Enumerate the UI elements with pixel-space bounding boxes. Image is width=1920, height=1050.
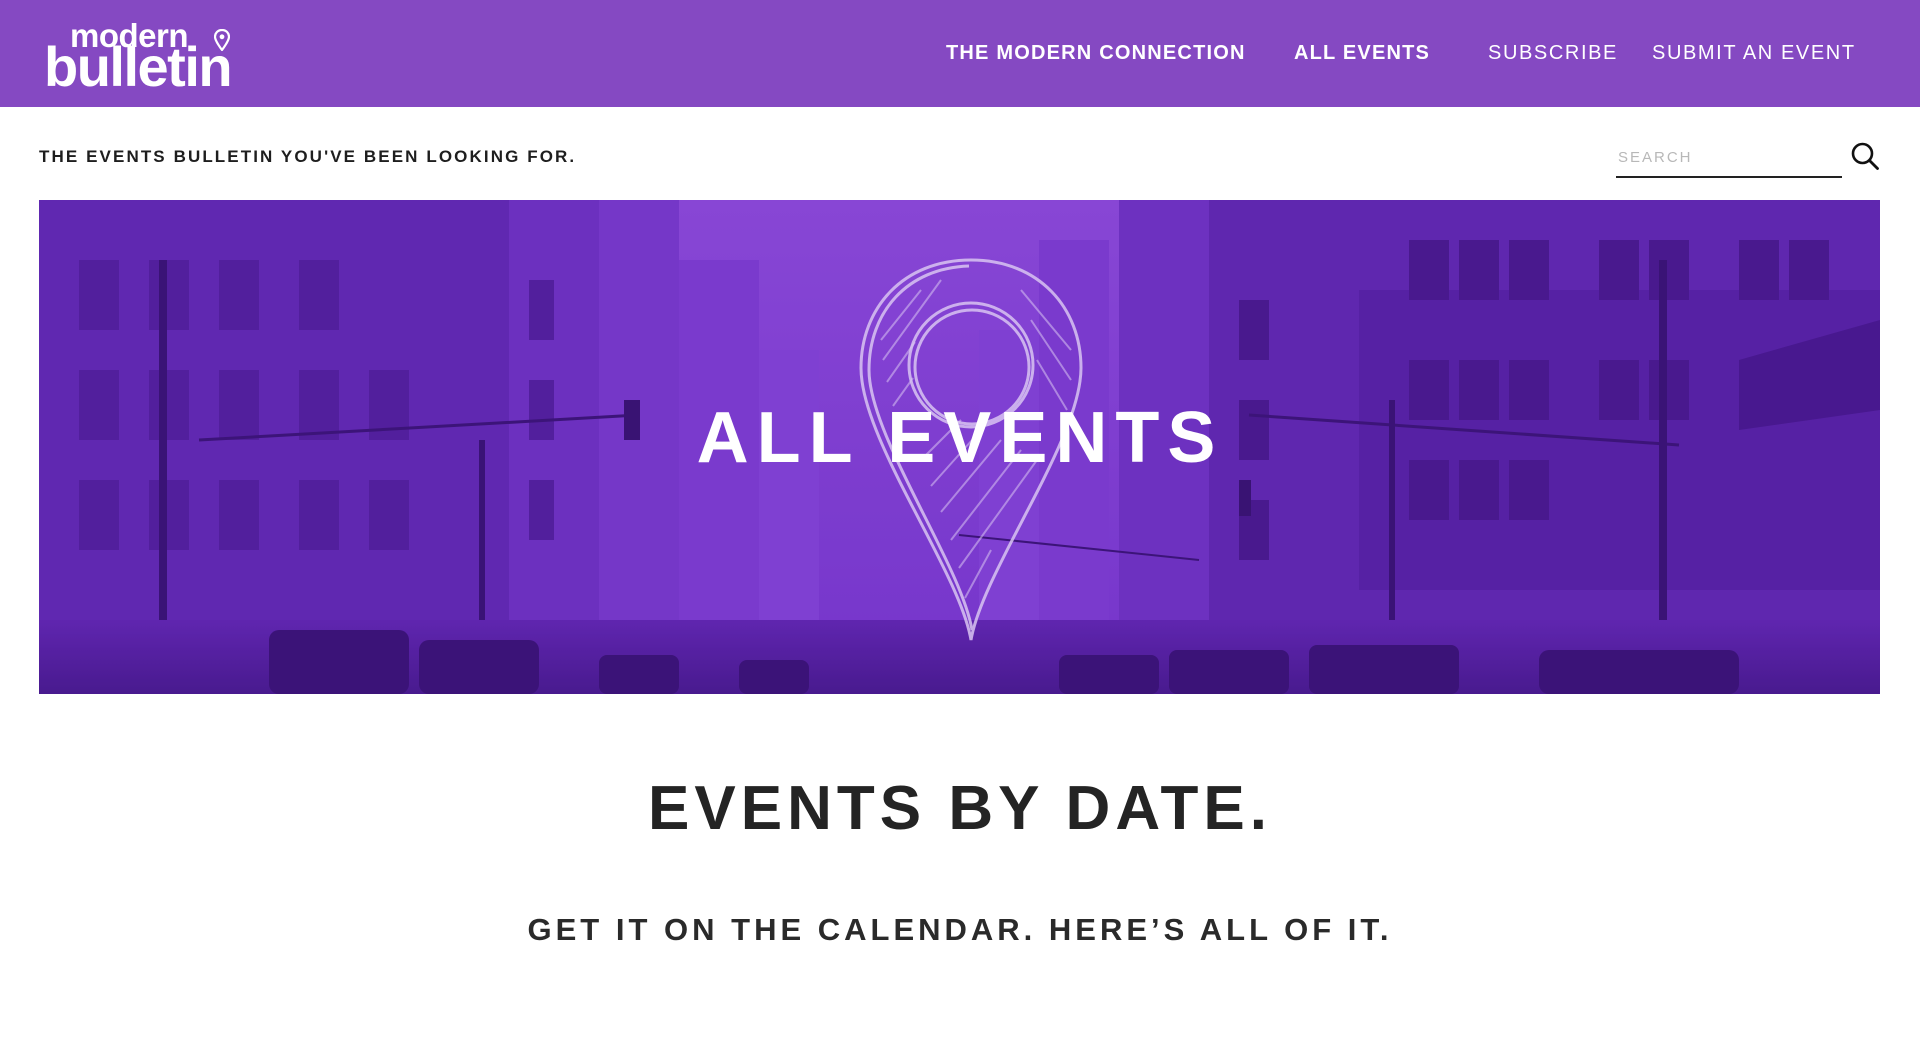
nav-submit-an-event[interactable]: SUBMIT AN EVENT [1652,40,1856,66]
logo-text-bottom: bulletin [44,35,233,98]
search-field [1616,136,1842,178]
site-logo[interactable]: modern bulletin [44,16,284,98]
search-input[interactable] [1616,142,1836,172]
site-header: modern bulletin THE MODERN CONNECTION AL… [0,0,1920,107]
site-tagline: THE EVENTS BULLETIN YOU'VE BEEN LOOKING … [39,147,577,166]
page-subheading: GET IT ON THE CALENDAR. HERE’S ALL OF IT… [527,912,1393,947]
search-icon[interactable] [1850,141,1880,171]
nav-all-events[interactable]: ALL EVENTS [1294,40,1430,66]
hero-title: ALL EVENTS [696,398,1224,478]
nav-subscribe[interactable]: SUBSCRIBE [1488,40,1618,66]
nav-the-modern-connection[interactable]: THE MODERN CONNECTION [946,40,1246,66]
page-heading: EVENTS BY DATE. [648,774,1272,843]
